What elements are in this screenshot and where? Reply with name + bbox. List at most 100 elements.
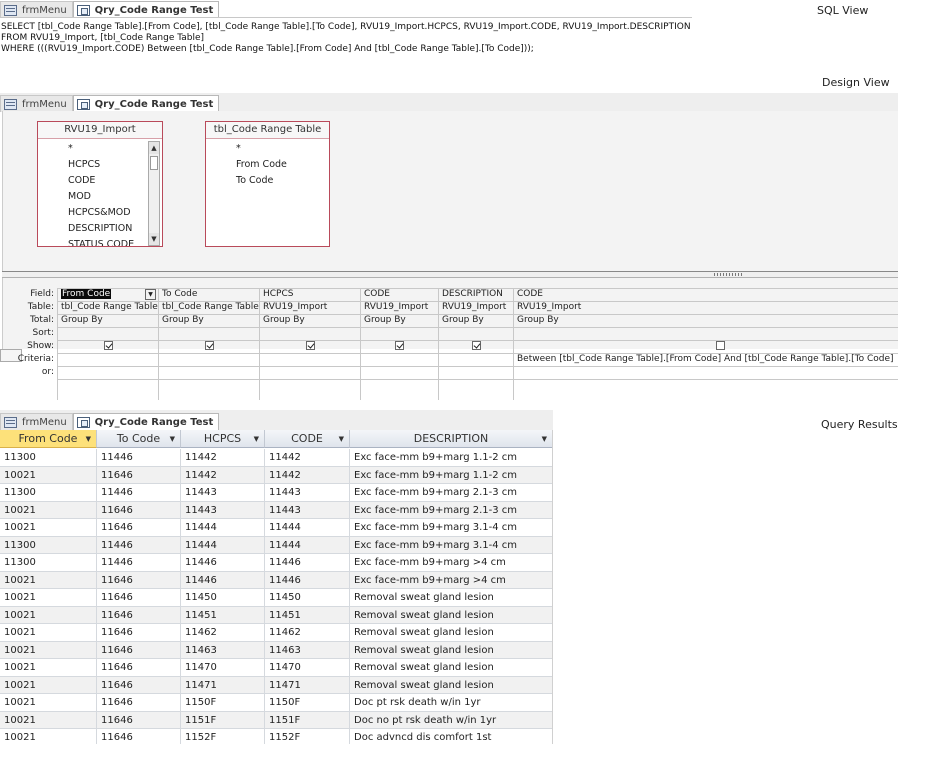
table-row[interactable]: 10021 11646 1150F 1150F Doc pt rsk death w/i… — [0, 694, 552, 712]
table-cell[interactable]: 11646 — [97, 641, 181, 659]
chevron-down-icon[interactable]: ▼ — [339, 430, 344, 448]
table-cell[interactable]: 1151F — [265, 711, 350, 729]
grid-show-cell[interactable] — [260, 340, 360, 353]
table-row[interactable]: 10021 11646 11442 11442 Exc face-mm b9+marg … — [0, 466, 552, 484]
table-cell[interactable]: 11646 — [97, 519, 181, 537]
table-cell[interactable]: Removal sweat gland lesion — [350, 659, 552, 677]
table-cell[interactable]: 11300 — [0, 554, 97, 572]
chevron-down-icon[interactable]: ▼ — [145, 289, 156, 300]
table-cell[interactable]: Exc face-mm b9+marg 1.1-2 cm — [350, 449, 552, 467]
table-cell[interactable]: 1150F — [181, 694, 265, 712]
table-cell[interactable]: 11450 — [181, 589, 265, 607]
table-cell[interactable]: Exc face-mm b9+marg 3.1-4 cm — [350, 537, 552, 555]
table-cell[interactable]: 11646 — [97, 571, 181, 589]
table-row[interactable]: 11300 11446 11444 11444 Exc face-mm b9+marg … — [0, 536, 552, 555]
show-checkbox[interactable] — [305, 341, 315, 350]
show-checkbox[interactable] — [204, 341, 214, 350]
show-checkbox[interactable] — [103, 341, 113, 350]
table-cell[interactable]: 11470 — [265, 659, 350, 677]
table-title[interactable]: tbl_Code Range Table — [206, 122, 329, 139]
grid-field-cell[interactable]: To Code — [159, 288, 259, 301]
datasheet-grid[interactable]: From Code ▼ To Code ▼ HCPCS ▼ CODE ▼ DES… — [0, 430, 553, 744]
table-cell[interactable]: 10021 — [0, 694, 97, 712]
tab-qry-code-range-test[interactable]: Qry_Code Range Test — [72, 1, 220, 18]
table-cell[interactable]: 11446 — [97, 536, 181, 554]
grid-show-cell[interactable] — [58, 340, 158, 353]
grid-show-cell[interactable] — [159, 340, 259, 353]
table-row[interactable]: 10021 11646 11450 11450 Removal sweat gland … — [0, 589, 552, 607]
table-cell[interactable]: 11444 — [181, 536, 265, 554]
table-cell[interactable]: 10021 — [0, 729, 97, 744]
grid-total-cell[interactable]: Group By — [260, 314, 360, 327]
table-cell[interactable]: 1151F — [181, 711, 265, 729]
table-title[interactable]: RVU19_Import — [38, 122, 162, 139]
table-row[interactable]: 10021 11646 1152F 1152F Doc advncd dis comfo… — [0, 729, 552, 744]
table-cell[interactable]: 11471 — [265, 676, 350, 694]
grid-total-cell[interactable]: Group By — [159, 314, 259, 327]
grid-field-cell[interactable]: CODE — [514, 288, 898, 301]
chevron-down-icon[interactable]: ▼ — [170, 430, 175, 448]
table-cell[interactable]: 11451 — [265, 606, 350, 624]
field-item[interactable]: From Code — [236, 157, 329, 173]
table-row[interactable]: 10021 11646 11462 11462 Removal sweat gland … — [0, 624, 552, 642]
table-cell[interactable]: 11443 — [265, 484, 350, 502]
table-cell[interactable]: 11442 — [181, 449, 265, 467]
chevron-down-icon[interactable]: ▼ — [542, 430, 547, 448]
tab-qry-code-range-test[interactable]: Qry_Code Range Test — [72, 413, 220, 430]
table-cell[interactable]: Removal sweat gland lesion — [350, 642, 552, 660]
table-cell[interactable]: 11443 — [181, 484, 265, 502]
grid-show-cell[interactable] — [439, 340, 513, 353]
table-tbl-code-range-table[interactable]: tbl_Code Range Table * From Code To Code — [205, 121, 330, 247]
table-row[interactable]: 11300 11446 11446 11446 Exc face-mm b9+marg … — [0, 554, 552, 572]
grid-field-cell[interactable]: DESCRIPTION — [439, 288, 513, 301]
table-cell[interactable]: 11463 — [265, 641, 350, 659]
table-cell[interactable]: 11446 — [265, 554, 350, 572]
table-cell[interactable]: Doc no pt rsk death w/in 1yr — [350, 712, 552, 730]
table-cell[interactable]: 10021 — [0, 624, 97, 642]
table-cell[interactable]: 11446 — [97, 484, 181, 502]
table-cell[interactable]: 11300 — [0, 449, 97, 467]
field-item[interactable]: * — [236, 141, 329, 157]
table-cell[interactable]: 10021 — [0, 589, 97, 607]
table-cell[interactable]: Doc pt rsk death w/in 1yr — [350, 694, 552, 712]
grid-table-cell[interactable]: tbl_Code Range Table — [159, 301, 259, 314]
grid-total-cell[interactable]: Group By — [361, 314, 438, 327]
table-cell[interactable]: 11300 — [0, 536, 97, 554]
table-cell[interactable]: Exc face-mm b9+marg >4 cm — [350, 572, 552, 590]
sort-ascending-icon[interactable]: ▼ — [254, 430, 259, 448]
grid-show-cell[interactable] — [514, 340, 926, 353]
table-cell[interactable]: 11646 — [97, 729, 181, 744]
table-cell[interactable]: 1152F — [181, 729, 265, 744]
table-cell[interactable]: Exc face-mm b9+marg 3.1-4 cm — [350, 519, 552, 537]
table-row[interactable]: 11300 11446 11442 11442 Exc face-mm b9+marg … — [0, 449, 552, 467]
grid-table-cell[interactable]: RVU19_Import — [361, 301, 438, 314]
table-cell[interactable]: 11450 — [265, 589, 350, 607]
tab-frmmenu[interactable]: frmMenu — [0, 1, 73, 18]
grid-total-cell[interactable]: Group By — [439, 314, 513, 327]
table-cell[interactable]: Exc face-mm b9+marg 2.1-3 cm — [350, 484, 552, 502]
grid-total-cell[interactable]: Group By — [514, 314, 898, 327]
field-item[interactable]: To Code — [236, 173, 329, 189]
column-header-description[interactable]: DESCRIPTION ▼ — [350, 430, 552, 448]
table-cell[interactable]: 11444 — [181, 519, 265, 537]
table-cell[interactable]: 11463 — [181, 641, 265, 659]
sql-editor[interactable]: SELECT [tbl_Code Range Table].[From Code… — [1, 22, 721, 55]
table-cell[interactable]: 10021 — [0, 571, 97, 589]
table-cell[interactable]: 11646 — [97, 606, 181, 624]
table-cell[interactable]: 11646 — [97, 676, 181, 694]
table-cell[interactable]: 11646 — [97, 711, 181, 729]
table-cell[interactable]: 10021 — [0, 466, 97, 484]
table-rvu19-import[interactable]: RVU19_Import * HCPCS CODE MOD HCPCS&MOD … — [37, 121, 163, 247]
column-header-from-code[interactable]: From Code ▼ — [0, 430, 97, 448]
show-checkbox[interactable] — [471, 341, 481, 350]
table-cell[interactable]: 11442 — [265, 449, 350, 467]
table-cell[interactable]: 11444 — [265, 519, 350, 537]
table-cell[interactable]: 11646 — [97, 466, 181, 484]
table-cell[interactable]: 11300 — [0, 484, 97, 502]
table-row[interactable]: 10021 11646 11470 11470 Removal sweat gland … — [0, 659, 552, 677]
table-cell[interactable]: 10021 — [0, 501, 97, 519]
table-row[interactable]: 10021 11646 1151F 1151F Doc no pt rsk death … — [0, 711, 552, 730]
grid-field-cell[interactable]: From Code ▼ — [58, 288, 158, 301]
table-cell[interactable]: Removal sweat gland lesion — [350, 624, 552, 642]
table-cell[interactable]: 11446 — [181, 554, 265, 572]
